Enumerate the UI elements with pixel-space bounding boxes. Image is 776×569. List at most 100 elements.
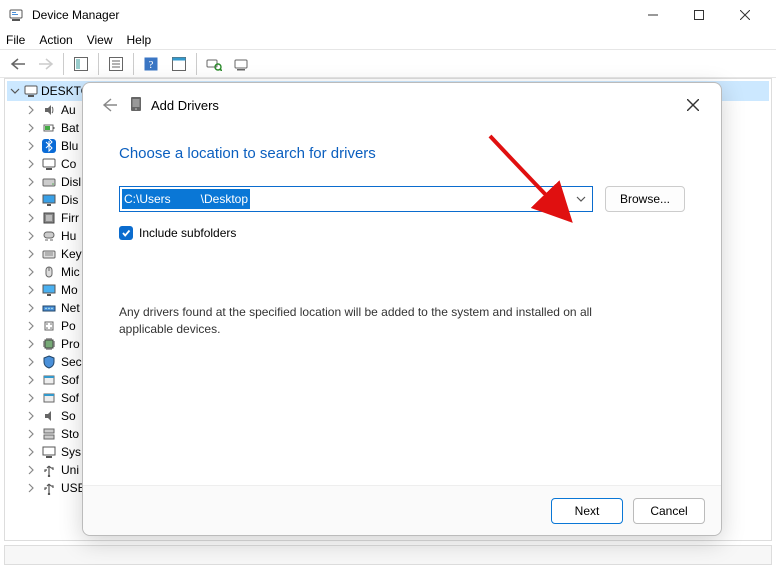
svg-text:?: ?	[149, 59, 154, 71]
expand-icon[interactable]	[25, 284, 37, 296]
monitor-icon	[41, 282, 57, 298]
tree-item-label: Net	[61, 299, 80, 317]
tree-item-label: Hu	[61, 227, 76, 245]
expand-icon[interactable]	[25, 140, 37, 152]
tree-item-label: Sto	[61, 425, 79, 443]
nav-back-button[interactable]	[5, 52, 31, 76]
expand-icon[interactable]	[25, 122, 37, 134]
browse-button[interactable]: Browse...	[605, 186, 685, 212]
processor-icon	[41, 336, 57, 352]
tree-item-label: So	[61, 407, 76, 425]
menu-file[interactable]: File	[6, 33, 25, 47]
action-button[interactable]	[166, 52, 192, 76]
usb-icon	[41, 462, 57, 478]
dialog-close-button[interactable]	[677, 89, 709, 121]
path-combobox[interactable]: C:\Usersxx\Desktop	[119, 186, 593, 212]
keyboard-icon	[41, 246, 57, 262]
expand-icon[interactable]	[25, 482, 37, 494]
show-hide-tree-button[interactable]	[68, 52, 94, 76]
tree-item-label: Sys	[61, 443, 81, 461]
expand-icon[interactable]	[25, 338, 37, 350]
expand-icon[interactable]	[25, 176, 37, 188]
storage-icon	[41, 426, 57, 442]
add-driver-button[interactable]	[229, 52, 255, 76]
expand-icon[interactable]	[25, 104, 37, 116]
menu-action[interactable]: Action	[39, 33, 72, 47]
software-icon	[41, 390, 57, 406]
display-icon	[41, 192, 57, 208]
menubar: File Action View Help	[0, 30, 776, 50]
tree-item-label: Sof	[61, 389, 79, 407]
tree-item-label: Key	[61, 245, 82, 263]
tree-item-label: Blu	[61, 137, 78, 155]
toolbar: ?	[0, 50, 776, 78]
next-button[interactable]: Next	[551, 498, 623, 524]
hid-icon	[41, 228, 57, 244]
usb-icon	[41, 480, 57, 496]
expand-icon[interactable]	[25, 392, 37, 404]
expand-icon[interactable]	[25, 320, 37, 332]
tree-item-label: Disl	[61, 173, 81, 191]
dialog-back-button[interactable]	[95, 91, 123, 119]
expand-icon[interactable]	[25, 446, 37, 458]
menu-help[interactable]: Help	[127, 33, 152, 47]
tree-item-label: Bat	[61, 119, 79, 137]
expand-icon[interactable]	[25, 428, 37, 440]
next-button-label: Next	[575, 504, 600, 518]
scan-hardware-button[interactable]	[201, 52, 227, 76]
expand-icon[interactable]	[25, 212, 37, 224]
dialog-title: Add Drivers	[151, 98, 219, 113]
expand-icon[interactable]	[25, 410, 37, 422]
expand-icon[interactable]	[25, 194, 37, 206]
window-title: Device Manager	[32, 8, 119, 22]
close-button[interactable]	[722, 0, 768, 30]
network-icon	[41, 300, 57, 316]
computer-icon	[23, 83, 39, 99]
tree-item-label: Dis	[61, 191, 78, 209]
tree-item-label: Sof	[61, 371, 79, 389]
dialog-description: Any drivers found at the specified locat…	[119, 304, 639, 338]
tree-item-label: Co	[61, 155, 76, 173]
tree-item-label: Sec	[61, 353, 82, 371]
properties-button[interactable]	[103, 52, 129, 76]
battery-icon	[41, 120, 57, 136]
cancel-button[interactable]: Cancel	[633, 498, 705, 524]
mouse-icon	[41, 264, 57, 280]
tree-item-label: Po	[61, 317, 76, 335]
expand-icon[interactable]	[25, 266, 37, 278]
status-bar	[4, 545, 772, 565]
tree-item-label: Mo	[61, 281, 78, 299]
tree-item-label: Au	[61, 101, 76, 119]
expand-icon[interactable]	[25, 158, 37, 170]
expand-icon[interactable]	[25, 374, 37, 386]
tree-item-label: Mic	[61, 263, 80, 281]
expand-icon[interactable]	[25, 248, 37, 260]
computer-icon	[41, 156, 57, 172]
help-button[interactable]: ?	[138, 52, 164, 76]
security-icon	[41, 354, 57, 370]
titlebar: Device Manager	[0, 0, 776, 30]
minimize-button[interactable]	[630, 0, 676, 30]
dialog-heading: Choose a location to search for drivers	[119, 145, 685, 162]
expand-icon[interactable]	[25, 356, 37, 368]
tree-item-label: Uni	[61, 461, 79, 479]
include-subfolders-checkbox[interactable]	[119, 226, 133, 240]
expand-icon[interactable]	[25, 302, 37, 314]
maximize-button[interactable]	[676, 0, 722, 30]
system-icon	[41, 444, 57, 460]
menu-view[interactable]: View	[87, 33, 113, 47]
expand-icon[interactable]	[25, 464, 37, 476]
path-value: C:\Usersxx\Desktop	[122, 189, 250, 209]
disk-icon	[41, 174, 57, 190]
chevron-down-icon[interactable]	[572, 195, 590, 203]
nav-forward-button[interactable]	[33, 52, 59, 76]
audio-icon	[41, 102, 57, 118]
collapse-icon[interactable]	[9, 85, 21, 97]
sound-icon	[41, 408, 57, 424]
port-icon	[41, 318, 57, 334]
device-manager-icon	[8, 7, 24, 23]
browse-button-label: Browse...	[620, 192, 670, 206]
drive-icon	[129, 96, 143, 115]
expand-icon[interactable]	[25, 230, 37, 242]
include-subfolders-label: Include subfolders	[139, 226, 236, 240]
